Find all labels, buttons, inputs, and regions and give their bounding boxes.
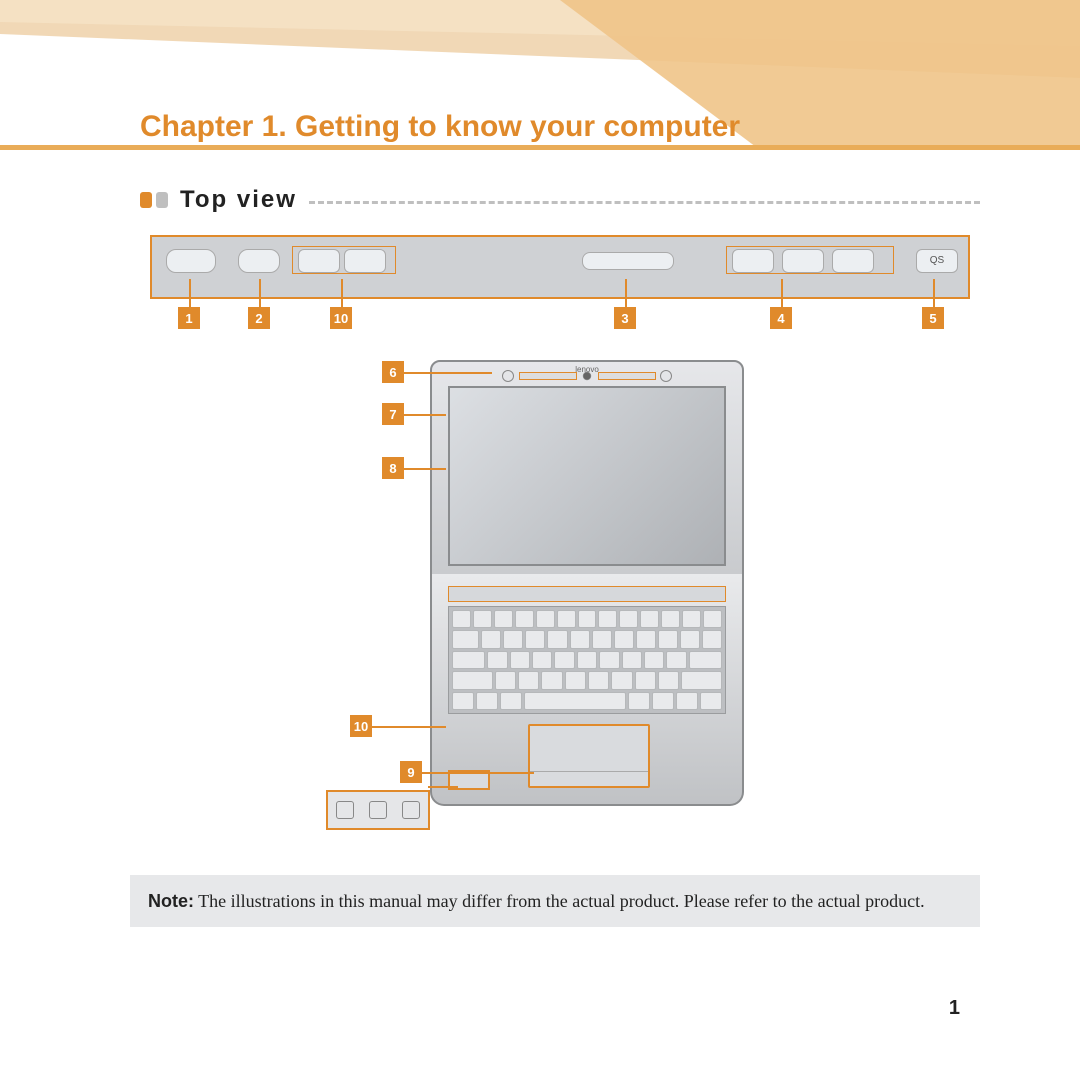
heading-rule [309,201,980,204]
callout-10: 10 [350,715,372,737]
callout-3: 3 [614,307,636,329]
leader-line [428,786,458,788]
mute-button [732,249,774,273]
laptop-lid: lenovo [430,360,744,582]
section-title: Top view [180,186,297,214]
mic-array-right [598,372,656,380]
callout-5: 5 [922,307,944,329]
function-key-row [448,586,726,602]
mic-array-left [519,372,577,380]
leader-line [372,726,446,728]
callout-10: 10 [330,307,352,329]
camera-mic-row [502,370,672,382]
leader-line [341,279,343,307]
leader-line [404,372,492,374]
power-led-icon [336,801,354,819]
led-zoom-inset [326,790,430,830]
display-panel [448,386,726,566]
leader-line [189,279,191,307]
callout-1: 1 [178,307,200,329]
callout-7: 7 [382,403,404,425]
leader-line [404,414,446,416]
callout-9: 9 [400,761,422,783]
page-number: 1 [949,997,960,1020]
manual-page: Chapter 1. Getting to know your computer… [0,0,1080,1080]
callout-4: 4 [770,307,792,329]
battery-led-icon [369,801,387,819]
leader-line [625,279,627,307]
note-text: The illustrations in this manual may dif… [194,891,925,911]
leader-line [404,468,446,470]
note-box: Note: The illustrations in this manual m… [130,875,980,927]
top-view-figure: QS 1 2 10 3 4 5 lenovo [150,235,970,855]
keyboard [448,606,726,714]
speaker-right-icon [660,370,672,382]
speaker-left-icon [502,370,514,382]
wireless-led-icon [402,801,420,819]
power-button [166,249,216,273]
leader-line [781,279,783,307]
button-bar-zoom: QS [150,235,970,299]
volume-down-button [832,249,874,273]
camera-icon [583,372,591,380]
leader-line [422,772,534,774]
volume-up-button [782,249,824,273]
note-label: Note: [148,891,194,911]
callout-8: 8 [382,457,404,479]
leader-line [259,279,261,307]
chapter-title: Chapter 1. Getting to know your computer [140,110,740,144]
recovery-button [238,249,280,273]
indicator-1 [298,249,340,273]
qs-button: QS [916,249,958,273]
section-heading-row: Top view [140,186,980,214]
callout-6: 6 [382,361,404,383]
bullet-decoration [140,192,168,208]
touchpad [528,724,650,788]
laptop-illustration: lenovo [430,360,740,820]
microphone-slot [582,252,674,270]
indicator-2 [344,249,386,273]
leader-line [933,279,935,307]
callout-2: 2 [248,307,270,329]
